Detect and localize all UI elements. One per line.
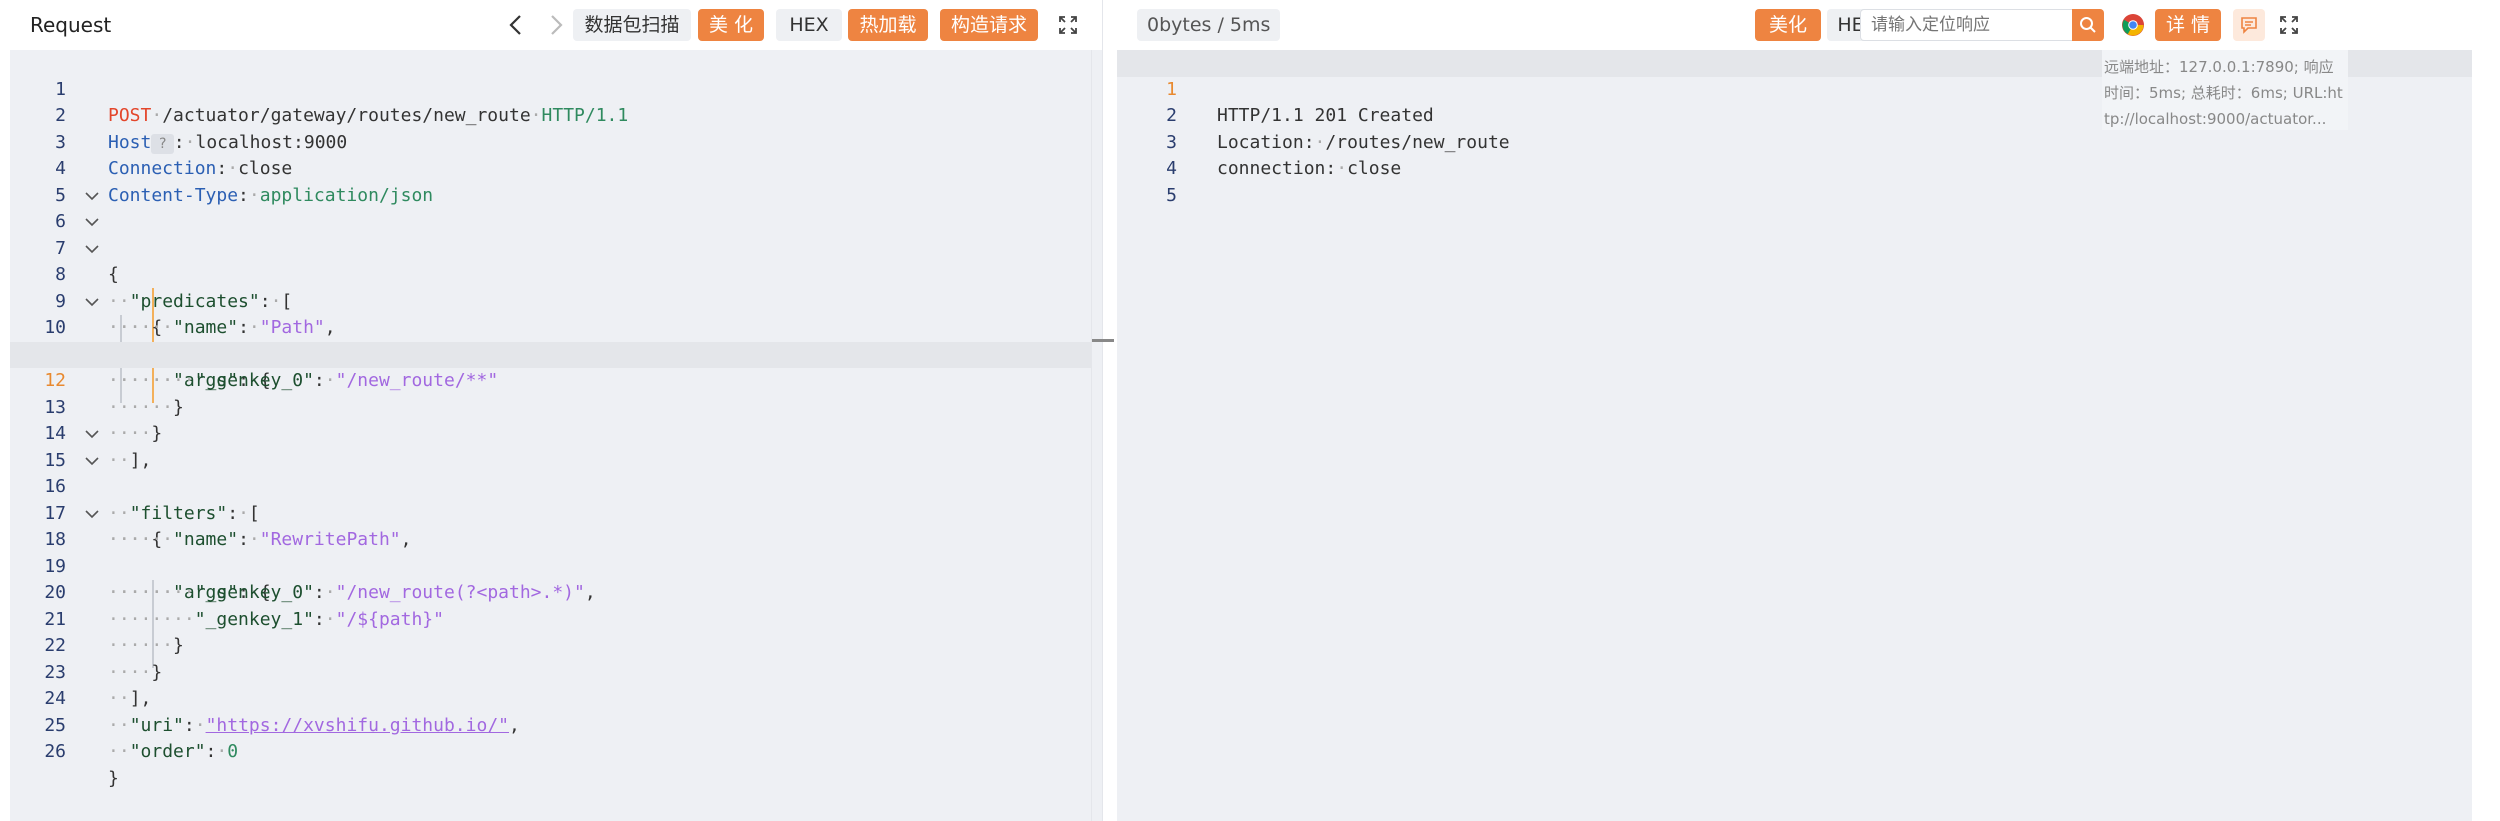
code-line: 14 ··], — [44, 423, 152, 471]
fold-chevron-icon[interactable] — [82, 289, 102, 316]
response-stats: 0bytes / 5ms — [1137, 9, 1281, 41]
chrome-browser-icon[interactable] — [2117, 9, 2149, 41]
comment-icon[interactable] — [2233, 9, 2265, 41]
code-line: 13 ····} — [44, 396, 163, 445]
details-button[interactable]: 详 情 — [2155, 9, 2221, 41]
code-line: 5 — [55, 184, 66, 206]
code-line: 18 ······"args":·{ — [10, 501, 1092, 603]
code-line: 24 ··"uri":·"https://xvshifu.github.io/"… — [44, 688, 520, 736]
hex-button[interactable]: HEX — [776, 9, 842, 41]
scroll-position-marker[interactable] — [1092, 339, 1114, 342]
code-line: 1 POST·/actuator/gateway/routes/new_rout… — [55, 78, 629, 127]
forward-arrow-icon[interactable] — [540, 9, 572, 41]
code-line: 22 ····} — [44, 635, 163, 683]
response-line: 5 — [1166, 184, 1177, 206]
code-line: 20 ········"_genkey_1":·"/${path}" — [44, 582, 444, 630]
code-line-active: 12 ······} — [10, 341, 1092, 418]
response-info-panel: 远端地址：127.0.0.1:7890; 响应时间：5ms; 总耗时：6ms; … — [2102, 50, 2348, 130]
code-line: 2 Host?:·localhost:9000 — [55, 105, 348, 154]
packet-scan-button[interactable]: 数据包扫描 — [573, 9, 691, 41]
response-beautify-button[interactable]: 美化 — [1755, 9, 1821, 41]
request-toolbar: Request 数据包扫描 美 化 HEX 热加载 构造请求 — [10, 0, 1102, 50]
fold-chevron-icon[interactable] — [82, 448, 102, 475]
code-line: 23 ··], — [44, 661, 152, 710]
search-icon[interactable] — [2072, 9, 2104, 41]
code-line: 15 ··"filters":·[ — [10, 421, 1092, 524]
fullscreen-icon[interactable] — [1052, 9, 1084, 41]
response-toolbar: 0bytes / 5ms 美化 HEX 编码 详 情 — [1117, 0, 2500, 50]
code-line: 3 Connection:·close — [55, 131, 293, 180]
code-line: 8 ····{ — [10, 236, 1092, 338]
construct-request-button[interactable]: 构造请求 — [940, 9, 1038, 41]
fold-chevron-icon[interactable] — [82, 183, 102, 210]
code-line: 25 ··"order":·0 — [44, 714, 239, 763]
fold-chevron-icon[interactable] — [82, 501, 102, 528]
response-editor[interactable]: 1 HTTP/1.1 201 Created 2 Location:·/rout… — [1117, 50, 2472, 821]
code-line: 11 ········"_genkey_0":·"/new_route/**" — [44, 344, 499, 392]
fold-chevron-icon[interactable] — [82, 236, 102, 263]
code-line: 10 ······"args":·{ — [10, 289, 1092, 391]
request-title: Request — [30, 13, 112, 37]
code-line: 9 ······"name":·"Path", — [55, 290, 336, 339]
code-line: 21 ······} — [44, 608, 184, 657]
fold-chevron-icon[interactable] — [82, 421, 102, 448]
code-line: 19 ········"_genkey_0":·"/new_route(?<pa… — [44, 555, 596, 604]
code-line: 7 ··"predicates":·[ — [10, 209, 1092, 312]
code-line: 16 ····{ — [10, 448, 1092, 550]
code-line: 6 { — [10, 183, 1092, 285]
response-line: 4 — [1166, 158, 1177, 179]
request-scrollbar[interactable] — [1091, 50, 1114, 821]
back-arrow-icon[interactable] — [500, 9, 532, 41]
response-panel: 0bytes / 5ms 美化 HEX 编码 详 情 — [1117, 0, 2500, 821]
code-line: 26 } — [44, 741, 119, 789]
code-line: 17 ······"name":·"RewritePath", — [44, 502, 412, 551]
code-line: 4 Content-Type:·application/json — [55, 158, 434, 206]
response-search-input[interactable] — [1860, 9, 2072, 41]
request-editor[interactable]: 1 POST·/actuator/gateway/routes/new_rout… — [10, 50, 1092, 821]
hot-load-button[interactable]: 热加载 — [848, 9, 928, 41]
response-fullscreen-icon[interactable] — [2273, 9, 2305, 41]
fold-chevron-icon[interactable] — [82, 209, 102, 236]
request-panel: Request 数据包扫描 美 化 HEX 热加载 构造请求 1 POST·/a… — [10, 0, 1114, 821]
beautify-button[interactable]: 美 化 — [698, 9, 764, 41]
